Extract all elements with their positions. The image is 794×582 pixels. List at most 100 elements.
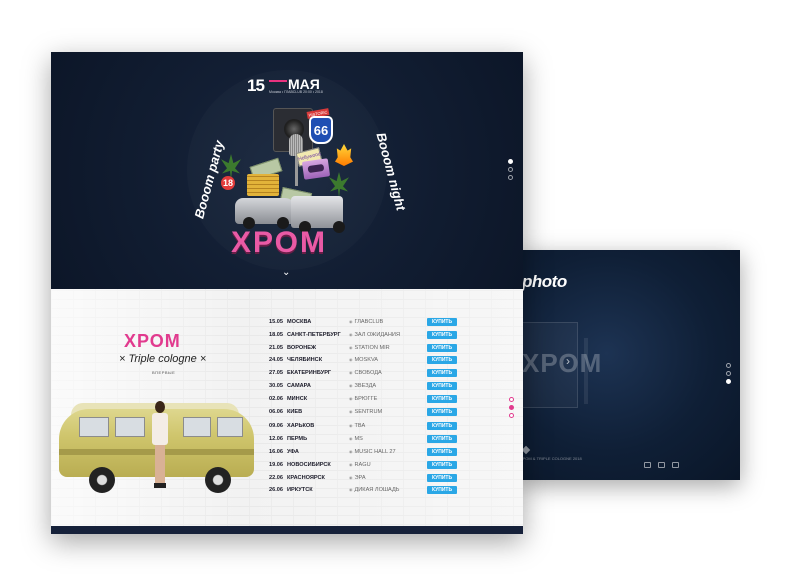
route-sign-icon: 66: [309, 116, 333, 144]
tour-row: 09.06 ХАРЬКОВ ТВА КУПИТЬ: [269, 421, 481, 434]
tour-row: 15.05 МОСКВА ГЛАВCLUB КУПИТЬ: [269, 317, 481, 330]
tour-venue[interactable]: ГЛАВCLUB: [349, 319, 384, 325]
instagram-icon[interactable]: [672, 462, 679, 468]
chevron-down-icon[interactable]: ⌄: [282, 267, 290, 278]
date-venue-line: Москва • ГЛАВCLUB 20:00 • 2018: [269, 90, 323, 94]
tour-venue[interactable]: ЭРА: [349, 475, 366, 481]
tour-row: 12.06 ПЕРМЬ MS КУПИТЬ: [269, 434, 481, 447]
tour-city: КИЕВ: [287, 408, 303, 415]
hero-slide-dots: [508, 159, 513, 183]
tour-date: 27.05: [269, 370, 283, 377]
gallery-dot[interactable]: [726, 363, 731, 368]
tour-venue[interactable]: RAGU: [349, 462, 371, 468]
tour-venue[interactable]: SENTRUM: [349, 409, 383, 415]
tour-city: МОСКВА: [287, 319, 312, 325]
mockup-stage: photo ХРОМ › ХРОМ & TRIPLE COLOGNE 2018 …: [0, 0, 794, 582]
hero-dot-active[interactable]: [508, 159, 513, 164]
buy-ticket-button[interactable]: КУПИТЬ: [427, 318, 457, 326]
buy-ticket-button[interactable]: КУПИТЬ: [427, 460, 457, 469]
fire-icon: [335, 144, 353, 166]
tour-city: НОВОСИБИРСК: [287, 461, 331, 468]
tour-row: 26.06 ИРКУТСК ДИКАЯ ЛОШАДЬ КУПИТЬ: [269, 485, 481, 498]
hero-dot[interactable]: [508, 167, 513, 172]
buy-ticket-button[interactable]: КУПИТЬ: [427, 407, 457, 416]
buy-ticket-button[interactable]: КУПИТЬ: [427, 486, 457, 495]
tour-section: ХРОМ × Triple cologne × ВПЕРВЫЕ 15.05 МО…: [51, 289, 523, 534]
tour-logo: ХРОМ: [124, 331, 181, 351]
tour-city: ПЕРМЬ: [287, 436, 308, 443]
gallery-dot[interactable]: [726, 371, 731, 376]
tour-venue[interactable]: STATION MIR: [349, 345, 390, 351]
age-badge: 18: [221, 176, 235, 190]
tour-city: ИРКУТСК: [287, 487, 313, 494]
tour-row: 27.05 ЕКАТЕРИНБУРГ СВОБОДА КУПИТЬ: [269, 368, 481, 381]
tour-city: ВОРОНЕЖ: [287, 344, 317, 351]
tour-city: КРАСНОЯРСК: [287, 474, 325, 481]
tour-venue[interactable]: СВОБОДА: [349, 370, 382, 376]
coins-icon: [247, 174, 279, 196]
tour-venue[interactable]: БРЮГГЕ: [349, 396, 378, 402]
tour-date: 30.05: [269, 382, 283, 389]
tour-row: 02.06 МИНСК БРЮГГЕ КУПИТЬ: [269, 394, 481, 407]
gallery-slide-dots: [726, 363, 731, 387]
tour-dot[interactable]: [509, 413, 514, 418]
tour-date: 21.05: [269, 344, 283, 351]
gallery-footer-text: ХРОМ & TRIPLE COLOGNE 2018: [520, 456, 582, 461]
tour-venue[interactable]: MS: [349, 436, 363, 442]
van-window: [79, 417, 109, 437]
tour-city: ЧЕЛЯБИНСК: [287, 357, 323, 364]
buy-ticket-button[interactable]: КУПИТЬ: [427, 356, 457, 365]
tour-dot-active[interactable]: [509, 405, 514, 410]
gallery-dot-active[interactable]: [726, 379, 731, 384]
tour-venue[interactable]: MOSKVA: [349, 357, 379, 363]
tour-city: УФА: [287, 448, 299, 455]
tour-date: 18.05: [269, 331, 283, 338]
van-window: [217, 417, 243, 437]
landing-screen: 15 МАЯ Москва • ГЛАВCLUB 20:00 • 2018 Bo…: [51, 52, 523, 534]
buy-ticket-button[interactable]: КУПИТЬ: [427, 343, 457, 352]
person-legs: [155, 445, 165, 485]
buy-ticket-button[interactable]: КУПИТЬ: [427, 447, 457, 456]
tour-venue[interactable]: MUSIC HALL 27: [349, 449, 396, 455]
tour-date: 02.06: [269, 395, 283, 402]
chevron-right-icon[interactable]: ›: [566, 354, 570, 368]
tour-venue[interactable]: ЗВЕЗДА: [349, 383, 377, 389]
van-wheel: [205, 467, 231, 493]
gallery-ghost-logo: ХРОМ: [522, 348, 603, 378]
buy-ticket-button[interactable]: КУПИТЬ: [427, 394, 457, 403]
tour-city: ЕКАТЕРИНБУРГ: [287, 370, 332, 377]
footer-logo-icon: [521, 445, 531, 455]
tour-date: 19.06: [269, 461, 283, 468]
date-divider: [269, 80, 287, 82]
buy-ticket-button[interactable]: КУПИТЬ: [427, 369, 457, 378]
person-illustration: [149, 401, 171, 491]
hero-collage: HISTORIC 66 Hollywood 18 ХРОМ: [201, 100, 371, 268]
tour-row: 16.06 УФА MUSIC HALL 27 КУПИТЬ: [269, 447, 481, 460]
telegram-icon[interactable]: [658, 462, 665, 468]
tour-city: МИНСК: [287, 395, 308, 402]
tour-row: 22.06 КРАСНОЯРСК ЭРА КУПИТЬ: [269, 473, 481, 486]
tour-venue[interactable]: ЗАЛ ОЖИДАНИЯ: [349, 332, 401, 338]
tour-dot[interactable]: [509, 397, 514, 402]
tour-row: 24.05 ЧЕЛЯБИНСК MOSKVA КУПИТЬ: [269, 355, 481, 368]
tour-venue[interactable]: ДИКАЯ ЛОШАДЬ: [349, 487, 400, 493]
hero-dot[interactable]: [508, 175, 513, 180]
buy-ticket-button[interactable]: КУПИТЬ: [427, 435, 457, 444]
tour-venue[interactable]: ТВА: [349, 423, 366, 429]
buy-ticket-button[interactable]: КУПИТЬ: [427, 330, 457, 339]
car-icon: [235, 198, 295, 229]
hero-section: 15 МАЯ Москва • ГЛАВCLUB 20:00 • 2018 Bo…: [51, 52, 523, 289]
buy-ticket-button[interactable]: КУПИТЬ: [427, 422, 457, 431]
buy-ticket-button[interactable]: КУПИТЬ: [427, 381, 457, 390]
tour-caption: ВПЕРВЫЕ: [152, 370, 176, 375]
suv-icon: [291, 196, 343, 233]
tour-row: 30.05 САМАРА ЗВЕЗДА КУПИТЬ: [269, 381, 481, 394]
buy-ticket-button[interactable]: КУПИТЬ: [427, 473, 457, 482]
vk-icon[interactable]: [644, 462, 651, 468]
tour-date: 15.05: [269, 319, 283, 325]
tour-date: 16.06: [269, 448, 283, 455]
social-icons: [644, 462, 679, 468]
hero-logo: ХРОМ: [231, 226, 327, 259]
gallery-screen: photo ХРОМ › ХРОМ & TRIPLE COLOGNE 2018: [518, 250, 740, 480]
leaf-icon: [329, 172, 349, 198]
